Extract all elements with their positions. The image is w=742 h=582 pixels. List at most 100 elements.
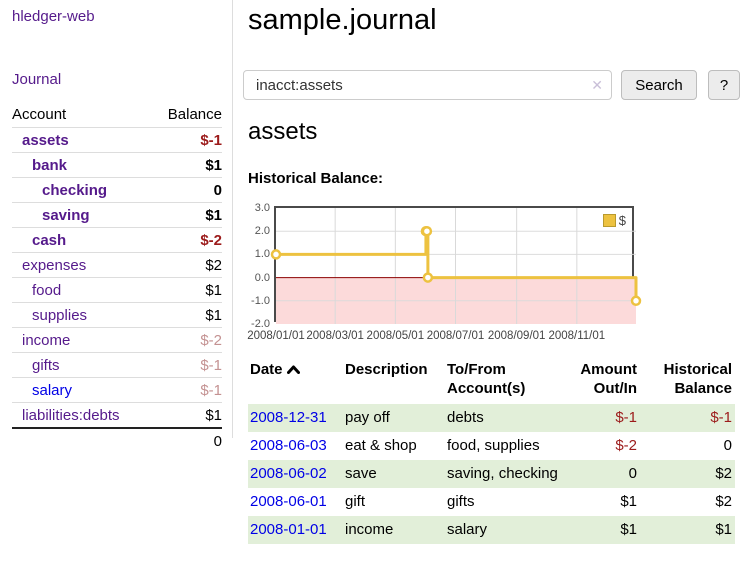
x-axis-tick-label: 2008/03/01 bbox=[303, 329, 367, 343]
sidebar-account-link-food[interactable]: food bbox=[12, 282, 61, 299]
sidebar-account-link-saving[interactable]: saving bbox=[12, 207, 90, 224]
x-axis-tick-label: 2008/09/01 bbox=[485, 329, 549, 343]
column-header-historical-balance: Historical Balance bbox=[640, 358, 735, 404]
sidebar-account-balance: $2 bbox=[205, 257, 222, 274]
page-title: sample.journal bbox=[248, 4, 738, 37]
y-axis-tick-label: 2.0 bbox=[244, 224, 270, 238]
column-header-amount-out-in: Amount Out/In bbox=[559, 358, 640, 404]
sidebar-account-balance: $1 bbox=[205, 407, 222, 424]
sidebar-account-link-liabilities-debts[interactable]: liabilities:debts bbox=[12, 407, 120, 424]
transaction-date-link[interactable]: 2008-06-01 bbox=[250, 493, 327, 510]
sidebar-account-row: supplies $1 bbox=[12, 302, 222, 327]
sidebar-account-row: bank $1 bbox=[12, 152, 222, 177]
main-content: sample.journal ✕ Search ? assets Histori… bbox=[248, 0, 738, 37]
sort-ascending-icon bbox=[287, 365, 300, 374]
sidebar-account-row: expenses $2 bbox=[12, 252, 222, 277]
accounts-total-value: 0 bbox=[214, 433, 222, 450]
transaction-balance: $-1 bbox=[640, 404, 735, 432]
transaction-amount: 0 bbox=[559, 460, 640, 488]
search-button[interactable]: Search bbox=[621, 70, 697, 100]
clear-search-icon[interactable]: ✕ bbox=[591, 77, 603, 93]
y-axis-tick-label: 3.0 bbox=[244, 201, 270, 215]
search-input[interactable] bbox=[243, 70, 612, 100]
sidebar-account-balance: $-1 bbox=[200, 357, 222, 374]
transaction-amount: $1 bbox=[559, 488, 640, 516]
accounts-table: Account Balance assets$-1bank$1checking0… bbox=[12, 101, 222, 453]
transaction-balance: $1 bbox=[640, 516, 735, 544]
nav-journal-link[interactable]: Journal bbox=[12, 71, 61, 88]
accounts-header-balance: Balance bbox=[168, 106, 222, 123]
sidebar-account-balance: 0 bbox=[214, 182, 222, 199]
sidebar-account-row: checking 0 bbox=[12, 177, 222, 202]
sidebar-account-link-expenses[interactable]: expenses bbox=[12, 257, 86, 274]
accounts-header-account: Account bbox=[12, 106, 66, 123]
transaction-date-link[interactable]: 2008-01-01 bbox=[250, 521, 327, 538]
transaction-accounts: food, supplies bbox=[447, 432, 559, 460]
transaction-description: gift bbox=[345, 488, 447, 516]
transaction-accounts: debts bbox=[447, 404, 559, 432]
transaction-description: save bbox=[345, 460, 447, 488]
sidebar-account-link-assets[interactable]: assets bbox=[12, 132, 69, 149]
transactions-table: DateDescriptionTo/From Account(s)Amount … bbox=[248, 358, 735, 544]
accounts-total-row: 0 bbox=[12, 427, 222, 453]
sidebar: hledger-web Journal Account Balance asse… bbox=[0, 0, 233, 438]
column-header-date[interactable]: Date bbox=[248, 358, 345, 404]
sidebar-account-row: cash $-2 bbox=[12, 227, 222, 252]
sidebar-account-balance: $-2 bbox=[200, 332, 222, 349]
legend-label: $ bbox=[619, 213, 626, 228]
transaction-accounts: gifts bbox=[447, 488, 559, 516]
sidebar-account-row: liabilities:debts $1 bbox=[12, 402, 222, 427]
sidebar-account-balance: $1 bbox=[205, 282, 222, 299]
chart-title: Historical Balance: bbox=[248, 170, 383, 187]
y-axis-tick-label: 0.0 bbox=[244, 271, 270, 285]
column-header-to-from-account-s-: To/From Account(s) bbox=[447, 358, 559, 404]
sidebar-account-link-checking[interactable]: checking bbox=[12, 182, 107, 199]
sidebar-account-balance: $1 bbox=[205, 307, 222, 324]
legend-swatch bbox=[603, 214, 616, 227]
y-axis-tick-label: 1.0 bbox=[244, 247, 270, 261]
brand-link[interactable]: hledger-web bbox=[12, 8, 95, 25]
x-axis-tick-label: 2008/01/01 bbox=[244, 329, 308, 343]
transaction-date-link[interactable]: 2008-12-31 bbox=[250, 409, 327, 426]
sidebar-account-link-income[interactable]: income bbox=[12, 332, 70, 349]
transaction-date-link[interactable]: 2008-06-02 bbox=[250, 465, 327, 482]
transaction-row: 2008-06-03 eat & shopfood, supplies$-20 bbox=[248, 432, 735, 460]
transaction-balance: 0 bbox=[640, 432, 735, 460]
search-form: ✕ Search ? bbox=[243, 70, 738, 100]
chart-legend: $ bbox=[601, 212, 628, 229]
sidebar-account-balance: $1 bbox=[205, 157, 222, 174]
transaction-amount: $-1 bbox=[559, 404, 640, 432]
sidebar-account-balance: $-1 bbox=[200, 382, 222, 399]
sidebar-account-row: gifts $-1 bbox=[12, 352, 222, 377]
y-axis-tick-label: -1.0 bbox=[244, 294, 270, 308]
account-heading: assets bbox=[248, 118, 317, 146]
sidebar-account-row: food $1 bbox=[12, 277, 222, 302]
transaction-balance: $2 bbox=[640, 488, 735, 516]
chart-plot-area: $ bbox=[274, 206, 634, 322]
sidebar-account-link-gifts[interactable]: gifts bbox=[12, 357, 60, 374]
transaction-amount: $-2 bbox=[559, 432, 640, 460]
sidebar-account-link-bank[interactable]: bank bbox=[12, 157, 67, 174]
accounts-table-header: Account Balance bbox=[12, 101, 222, 127]
x-axis-tick-label: 2008/05/01 bbox=[363, 329, 427, 343]
transaction-row: 2008-12-31pay offdebts$-1$-1 bbox=[248, 404, 735, 432]
help-button[interactable]: ? bbox=[708, 70, 740, 100]
transaction-accounts: salary bbox=[447, 516, 559, 544]
transaction-description: eat & shop bbox=[345, 432, 447, 460]
transaction-description: income bbox=[345, 516, 447, 544]
transaction-row: 2008-06-01 giftgifts$1$2 bbox=[248, 488, 735, 516]
sidebar-account-link-supplies[interactable]: supplies bbox=[12, 307, 87, 324]
sidebar-account-balance: $-2 bbox=[200, 232, 222, 249]
transaction-date-link[interactable]: 2008-06-03 bbox=[250, 437, 327, 454]
sidebar-account-row: assets$-1 bbox=[12, 127, 222, 152]
transaction-accounts: saving, checking bbox=[447, 460, 559, 488]
sidebar-account-row: income $-2 bbox=[12, 327, 222, 352]
sidebar-account-row: saving$1 bbox=[12, 202, 222, 227]
transaction-description: pay off bbox=[345, 404, 447, 432]
sidebar-account-link-salary[interactable]: salary bbox=[12, 382, 72, 399]
transaction-row: 2008-06-02savesaving, checking0$2 bbox=[248, 460, 735, 488]
sidebar-account-row: salary $-1 bbox=[12, 377, 222, 402]
x-axis-tick-label: 2008/11/01 bbox=[545, 329, 609, 343]
transaction-amount: $1 bbox=[559, 516, 640, 544]
sidebar-account-link-cash[interactable]: cash bbox=[12, 232, 66, 249]
